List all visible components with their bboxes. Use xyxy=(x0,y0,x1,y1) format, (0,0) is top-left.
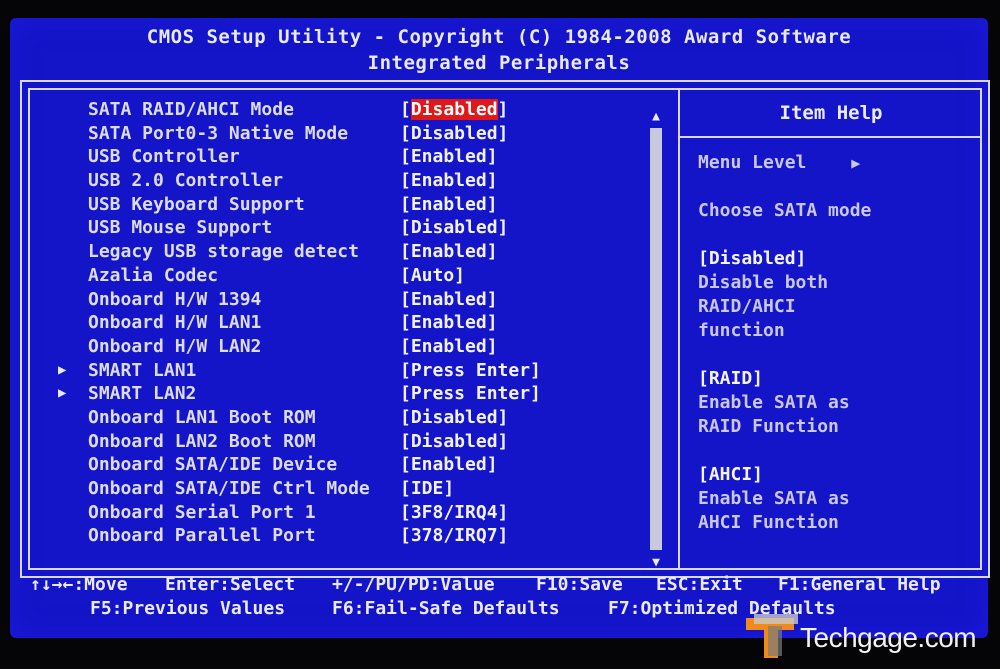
key-hint-value: +/-/PU/PD:Value xyxy=(332,574,495,595)
submenu-arrow-icon: ▶ xyxy=(58,385,67,402)
setting-row[interactable]: USB 2.0 Controller [Enabled] xyxy=(30,169,670,193)
setting-label: USB Mouse Support xyxy=(88,217,273,239)
help-option-line: Enable SATA as xyxy=(698,488,850,509)
setting-value[interactable]: [3F8/IRQ4] xyxy=(400,501,508,525)
setting-value[interactable]: [Enabled] xyxy=(400,335,498,359)
menu-level: Menu Level ▶ xyxy=(698,152,860,173)
key-hint-previous-values: F5:Previous Values xyxy=(90,598,286,619)
setting-value[interactable]: [Enabled] xyxy=(400,169,498,193)
page-title: Integrated Peripherals xyxy=(367,52,631,74)
scrollbar[interactable] xyxy=(650,128,662,550)
setting-value[interactable]: [Press Enter] xyxy=(400,382,541,406)
help-option-line: Disable both xyxy=(698,272,829,293)
setting-row[interactable]: Onboard Parallel Port [378/IRQ7] xyxy=(30,524,670,548)
setting-label: Azalia Codec xyxy=(88,264,219,286)
help-option-line: Enable SATA as xyxy=(698,392,850,413)
setting-value[interactable]: [Enabled] xyxy=(400,240,498,264)
key-hint-select: Enter:Select xyxy=(165,574,296,595)
setting-label: Onboard Parallel Port xyxy=(88,525,316,547)
setting-label: Onboard H/W LAN1 xyxy=(88,312,262,334)
setting-value[interactable]: [IDE] xyxy=(400,477,454,501)
help-option-line: function xyxy=(698,320,785,341)
setting-label: Legacy USB storage detect xyxy=(88,241,359,263)
scroll-down-icon[interactable]: ▼ xyxy=(648,556,664,570)
bios-screen: CMOS Setup Utility - Copyright (C) 1984-… xyxy=(10,18,990,638)
setting-value[interactable]: [Disabled] xyxy=(400,430,508,454)
setting-row[interactable]: Onboard H/W LAN1 [Enabled] xyxy=(30,311,670,335)
help-option-line: RAID/AHCI xyxy=(698,296,796,317)
setting-label: USB Controller xyxy=(88,146,240,168)
submenu-arrow-icon: ▶ xyxy=(58,361,67,378)
help-description: Choose SATA mode xyxy=(698,200,872,221)
help-title: Item Help xyxy=(779,102,883,124)
setting-value[interactable]: [Enabled] xyxy=(400,311,498,335)
setting-row[interactable]: ▶ SMART LAN1 [Press Enter] xyxy=(30,359,670,383)
help-option-line: RAID Function xyxy=(698,416,839,437)
setting-row[interactable]: SATA RAID/AHCI Mode [Disabled] xyxy=(30,98,670,122)
setting-row[interactable]: Onboard SATA/IDE Device [Enabled] xyxy=(30,453,670,477)
setting-value[interactable]: [Enabled] xyxy=(400,193,498,217)
watermark-text: Techgage.com xyxy=(800,622,977,653)
setting-label: SMART LAN1 xyxy=(88,359,197,381)
setting-value[interactable]: [Enabled] xyxy=(400,288,498,312)
setting-row[interactable]: Onboard Serial Port 1 [3F8/IRQ4] xyxy=(30,501,670,525)
help-option-name: [RAID] xyxy=(698,368,764,389)
help-option-line: AHCI Function xyxy=(698,512,839,533)
key-hint-help: F1:General Help xyxy=(778,574,941,595)
help-option-name: [Disabled] xyxy=(698,248,807,269)
setting-row[interactable]: Onboard LAN1 Boot ROM [Disabled] xyxy=(30,406,670,430)
selected-value-highlight[interactable]: Disabled xyxy=(410,99,498,120)
setting-label: Onboard SATA/IDE Device xyxy=(88,454,338,476)
setting-label: Onboard Serial Port 1 xyxy=(88,501,316,523)
key-hint-save: F10:Save xyxy=(536,574,623,595)
key-hint-move: ↑↓→←:Move xyxy=(30,574,128,595)
setting-label: USB 2.0 Controller xyxy=(88,170,284,192)
setting-value[interactable]: [Disabled] xyxy=(400,406,508,430)
setting-row[interactable]: Onboard SATA/IDE Ctrl Mode [IDE] xyxy=(30,477,670,501)
setting-value[interactable]: [Disabled] xyxy=(400,216,508,240)
setting-value[interactable]: [Press Enter] xyxy=(400,359,541,383)
setting-row[interactable]: Onboard H/W LAN2 [Enabled] xyxy=(30,335,670,359)
setting-row[interactable]: Onboard LAN2 Boot ROM [Disabled] xyxy=(30,430,670,454)
setting-label: SATA Port0-3 Native Mode xyxy=(88,122,349,144)
setting-row[interactable]: SATA Port0-3 Native Mode [Disabled] xyxy=(30,122,670,146)
menu-level-arrow-icon: ▶ xyxy=(851,154,861,172)
techgage-logo-icon xyxy=(746,614,798,658)
window-title: CMOS Setup Utility - Copyright (C) 1984-… xyxy=(146,26,852,48)
setting-value[interactable]: [Enabled] xyxy=(400,145,498,169)
key-hint-exit: ESC:Exit xyxy=(656,574,743,595)
setting-label: SMART LAN2 xyxy=(88,383,197,405)
setting-row[interactable]: Azalia Codec [Auto] xyxy=(30,264,670,288)
settings-list: SATA RAID/AHCI Mode [Disabled] SATA Port0-… xyxy=(30,98,670,548)
setting-label: Onboard SATA/IDE Ctrl Mode xyxy=(88,478,370,499)
help-header-separator xyxy=(680,136,982,138)
setting-label: Onboard H/W 1394 xyxy=(88,288,262,310)
main-frame: SATA RAID/AHCI Mode [Disabled] SATA Port0-… xyxy=(20,80,990,578)
setting-row[interactable]: Onboard H/W 1394 [Enabled] xyxy=(30,288,670,312)
setting-row[interactable]: ▶ SMART LAN2 [Press Enter] xyxy=(30,382,670,406)
setting-label: USB Keyboard Support xyxy=(88,193,305,215)
setting-label: Onboard H/W LAN2 xyxy=(88,335,262,357)
setting-value[interactable]: [Enabled] xyxy=(400,453,498,477)
setting-label: SATA RAID/AHCI Mode xyxy=(88,99,294,120)
setting-value[interactable]: [Disabled] xyxy=(400,122,508,146)
techgage-watermark: Techgage.com xyxy=(742,612,992,662)
setting-row[interactable]: USB Controller [Enabled] xyxy=(30,145,670,169)
setting-value[interactable]: [Auto] xyxy=(400,264,465,288)
setting-row[interactable]: Legacy USB storage detect [Enabled] xyxy=(30,240,670,264)
scroll-up-icon[interactable]: ▲ xyxy=(648,110,664,124)
content-frame: SATA RAID/AHCI Mode [Disabled] SATA Port0-… xyxy=(28,88,982,570)
key-hint-fail-safe: F6:Fail-Safe Defaults xyxy=(332,598,560,619)
menu-level-label: Menu Level xyxy=(698,152,807,173)
setting-value[interactable]: [Disabled] xyxy=(400,98,508,122)
setting-label: Onboard LAN1 Boot ROM xyxy=(88,406,316,428)
setting-row[interactable]: USB Keyboard Support [Enabled] xyxy=(30,193,670,217)
panel-divider xyxy=(678,90,680,568)
setting-value[interactable]: [378/IRQ7] xyxy=(400,524,508,548)
help-option-name: [AHCI] xyxy=(698,464,764,485)
setting-label: Onboard LAN2 Boot ROM xyxy=(88,430,316,452)
setting-row[interactable]: USB Mouse Support [Disabled] xyxy=(30,216,670,240)
